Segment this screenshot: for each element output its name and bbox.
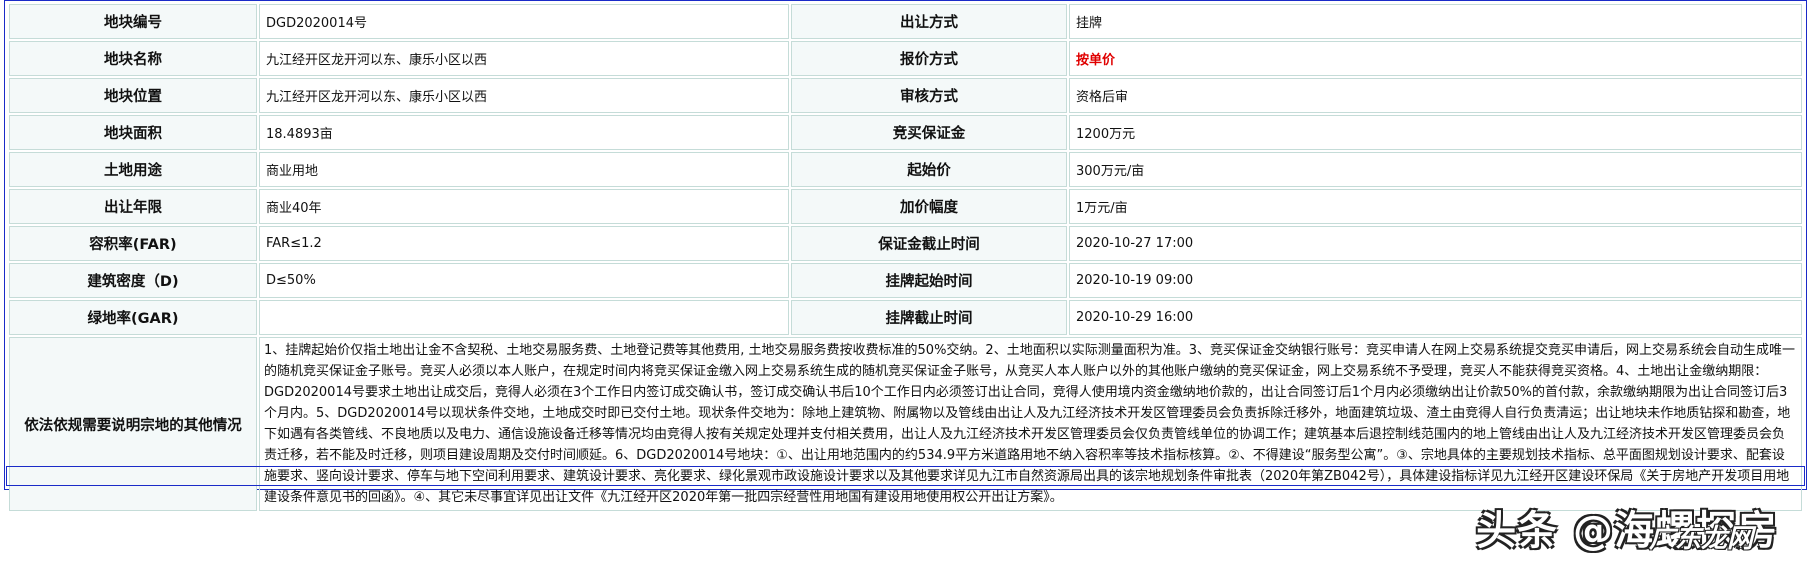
row-value: DGD2020014号 xyxy=(259,4,789,39)
row-label: 出让年限 xyxy=(9,189,257,224)
row-value: 2020-10-19 09:00 xyxy=(1069,263,1802,298)
row-label: 建筑密度（D) xyxy=(9,263,257,298)
row-value: 1200万元 xyxy=(1069,115,1802,150)
row-value: 1万元/亩 xyxy=(1069,189,1802,224)
quote-method-value: 按单价 xyxy=(1069,41,1802,76)
row-label: 挂牌起始时间 xyxy=(791,263,1067,298)
row-value: 商业用地 xyxy=(259,152,789,187)
row-label: 土地用途 xyxy=(9,152,257,187)
row-label: 出让方式 xyxy=(791,4,1067,39)
row-value: 2020-10-27 17:00 xyxy=(1069,226,1802,261)
row-label: 起始价 xyxy=(791,152,1067,187)
watermark-sub: 广东龙网 xyxy=(1648,524,1753,554)
table-row: 建筑密度（D) D≤50% 挂牌起始时间 2020-10-19 09:00 xyxy=(9,263,1802,298)
land-info-frame: 地块编号 DGD2020014号 出让方式 挂牌 地块名称 九江经开区龙开河以东、康乐小… xyxy=(4,0,1807,511)
table-row: 绿地率(GAR) 挂牌截止时间 2020-10-29 16:00 xyxy=(9,300,1802,335)
row-value: 商业40年 xyxy=(259,189,789,224)
row-label: 保证金截止时间 xyxy=(791,226,1067,261)
row-value: 资格后审 xyxy=(1069,78,1802,113)
row-label: 加价幅度 xyxy=(791,189,1067,224)
row-label: 地块位置 xyxy=(9,78,257,113)
row-label: 竞买保证金 xyxy=(791,115,1067,150)
row-label: 审核方式 xyxy=(791,78,1067,113)
table-row: 地块位置 九江经开区龙开河以东、康乐小区以西 审核方式 资格后审 xyxy=(9,78,1802,113)
row-value: 300万元/亩 xyxy=(1069,152,1802,187)
row-label: 报价方式 xyxy=(791,41,1067,76)
row-label: 地块编号 xyxy=(9,4,257,39)
row-label: 地块名称 xyxy=(9,41,257,76)
row-value: 九江经开区龙开河以东、康乐小区以西 xyxy=(259,41,789,76)
row-value: 挂牌 xyxy=(1069,4,1802,39)
row-value: 九江经开区龙开河以东、康乐小区以西 xyxy=(259,78,789,113)
row-value: 18.4893亩 xyxy=(259,115,789,150)
table-row: 出让年限 商业40年 加价幅度 1万元/亩 xyxy=(9,189,1802,224)
row-label: 容积率(FAR) xyxy=(9,226,257,261)
row-label: 地块面积 xyxy=(9,115,257,150)
table-row: 土地用途 商业用地 起始价 300万元/亩 xyxy=(9,152,1802,187)
table-row: 地块面积 18.4893亩 竞买保证金 1200万元 xyxy=(9,115,1802,150)
table-row: 地块编号 DGD2020014号 出让方式 挂牌 xyxy=(9,4,1802,39)
row-value xyxy=(259,300,789,335)
table-row: 地块名称 九江经开区龙开河以东、康乐小区以西 报价方式 按单价 xyxy=(9,41,1802,76)
row-label: 挂牌截止时间 xyxy=(791,300,1067,335)
empty-bottom-row xyxy=(6,466,1805,486)
row-value: 2020-10-29 16:00 xyxy=(1069,300,1802,335)
table-row: 容积率(FAR) FAR≤1.2 保证金截止时间 2020-10-27 17:00 xyxy=(9,226,1802,261)
row-label: 绿地率(GAR) xyxy=(9,300,257,335)
row-value: D≤50% xyxy=(259,263,789,298)
row-value: FAR≤1.2 xyxy=(259,226,789,261)
land-info-table: 地块编号 DGD2020014号 出让方式 挂牌 地块名称 九江经开区龙开河以东、康乐小… xyxy=(7,2,1804,513)
